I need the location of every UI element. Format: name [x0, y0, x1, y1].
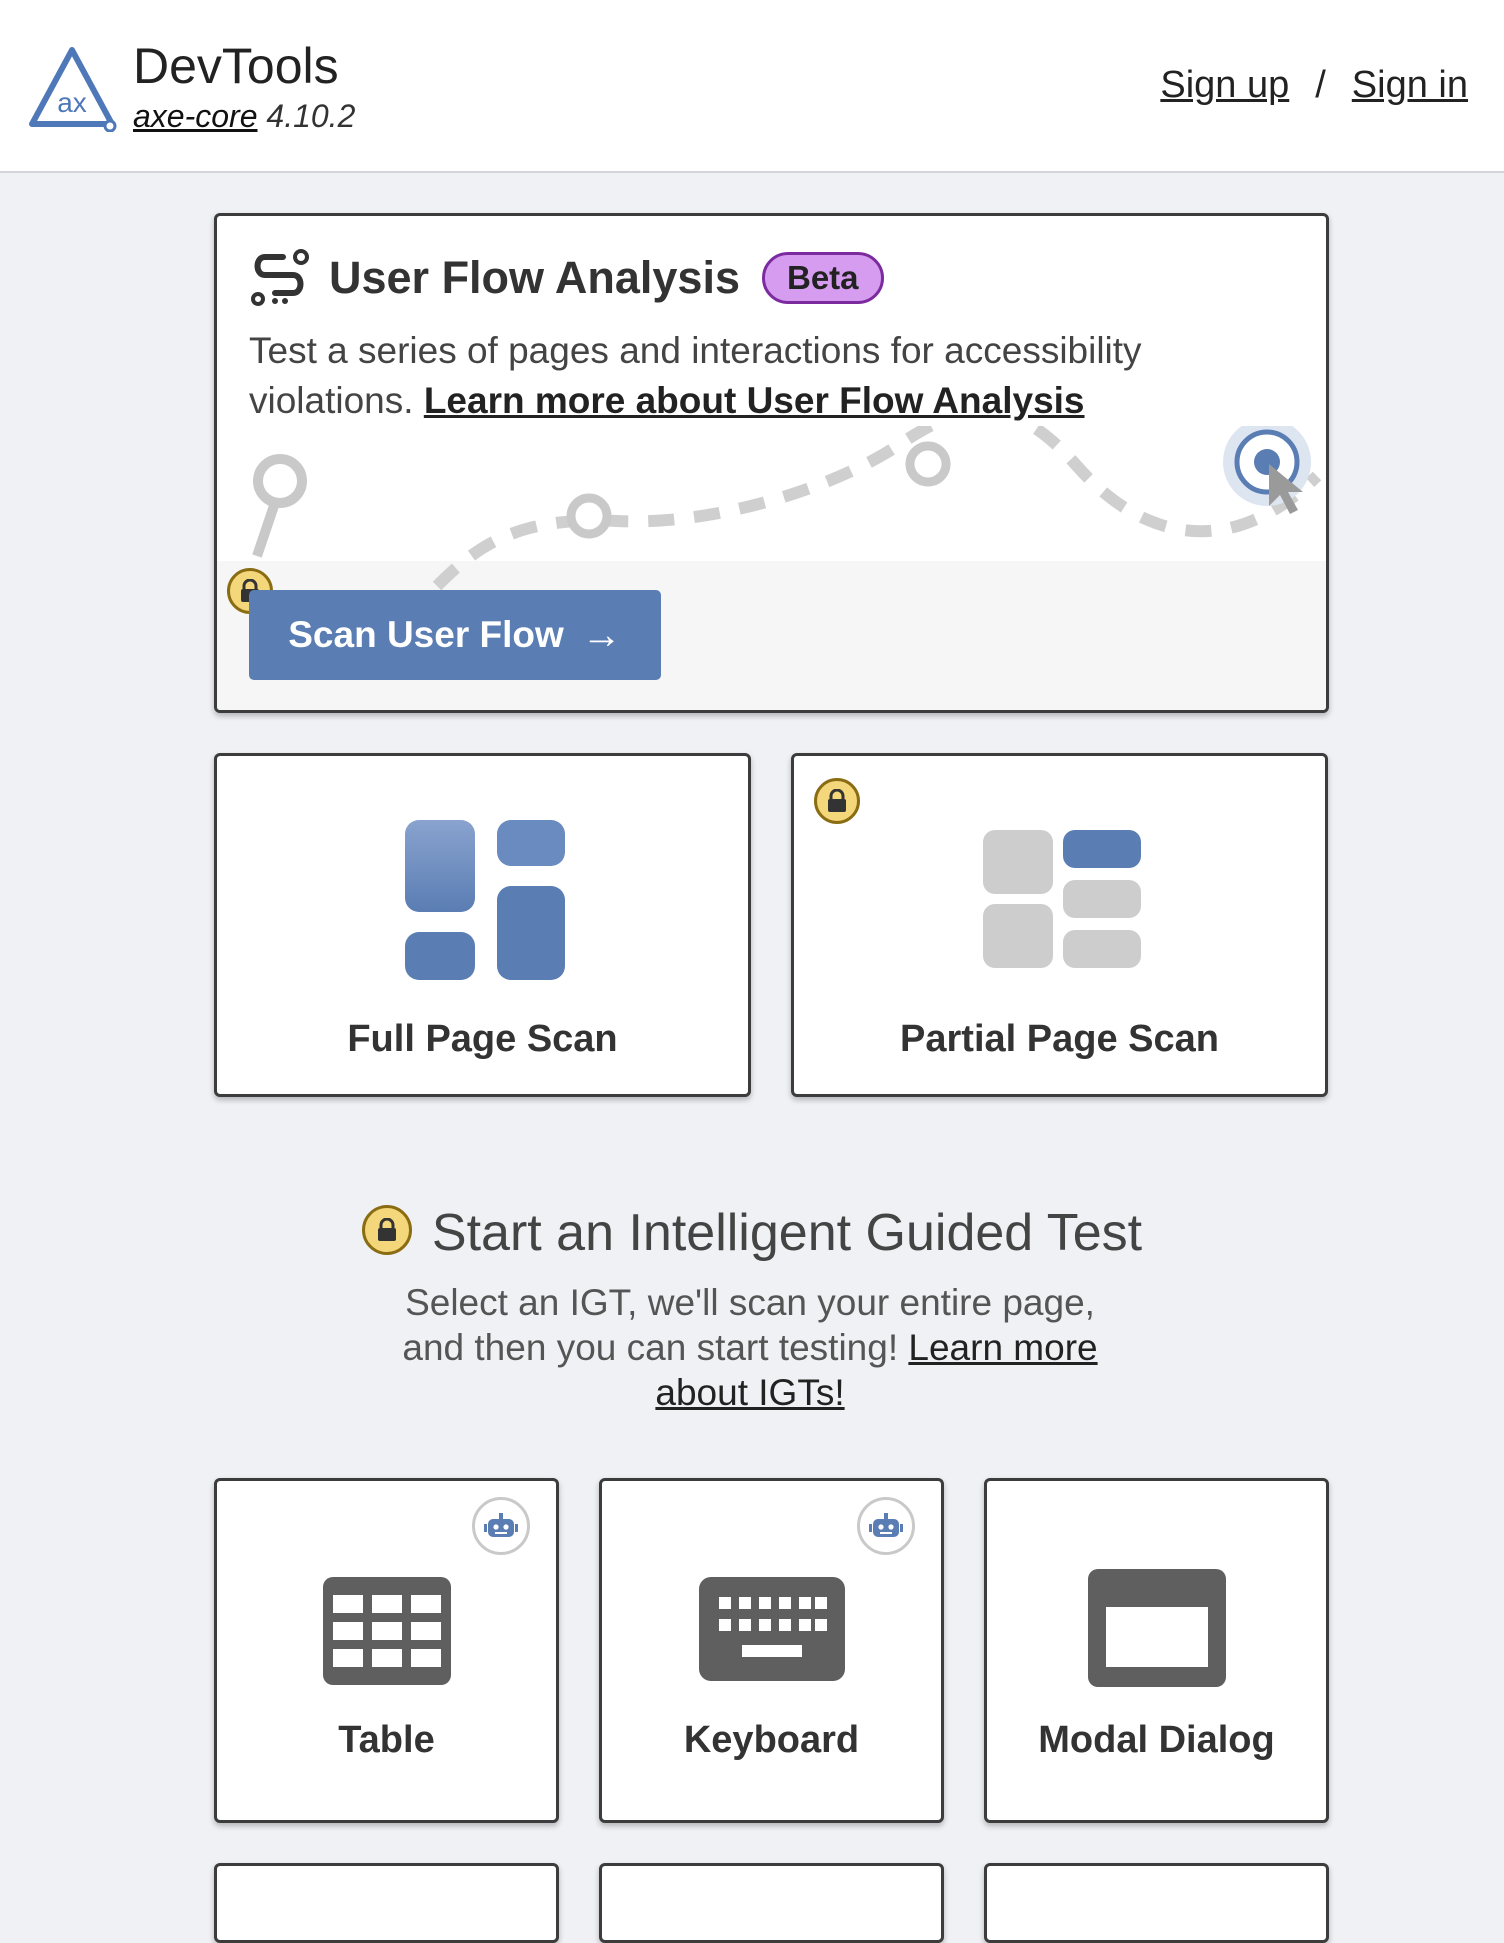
- igt-modal-dialog-card[interactable]: Modal Dialog: [984, 1478, 1329, 1823]
- igt-keyboard-label: Keyboard: [683, 1719, 860, 1761]
- igt-modal-dialog-label: Modal Dialog: [1038, 1719, 1275, 1761]
- user-flow-header: User Flow Analysis Beta: [249, 246, 884, 310]
- igt-keyboard-card[interactable]: Keyboard: [599, 1478, 944, 1823]
- igt-card-partial[interactable]: [214, 1863, 559, 1943]
- user-flow-card: User Flow Analysis Beta Test a series of…: [214, 213, 1329, 713]
- axe-logo-icon[interactable]: ax: [26, 46, 118, 132]
- auth-links: Sign up / Sign in: [1160, 60, 1468, 110]
- robot-icon: [472, 1497, 530, 1555]
- igt-card-partial[interactable]: [984, 1863, 1329, 1943]
- scan-user-flow-label: Scan User Flow: [288, 614, 564, 655]
- version-number: 4.10.2: [266, 98, 356, 134]
- partial-page-scan-card[interactable]: Partial Page Scan: [791, 753, 1328, 1097]
- axe-core-link[interactable]: axe-core: [133, 98, 258, 134]
- lock-icon: [814, 778, 860, 824]
- full-page-scan-card[interactable]: Full Page Scan: [214, 753, 751, 1097]
- sign-in-link[interactable]: Sign in: [1352, 64, 1468, 106]
- learn-more-user-flow-link[interactable]: Learn more about User Flow Analysis: [424, 380, 1085, 421]
- robot-icon: [857, 1497, 915, 1555]
- igt-table-card[interactable]: Table: [214, 1478, 559, 1823]
- partial-page-scan-label: Partial Page Scan: [900, 1018, 1219, 1060]
- svg-text:ax: ax: [57, 87, 87, 118]
- engine-version: axe-core 4.10.2: [133, 96, 355, 136]
- auth-separator: /: [1315, 64, 1326, 106]
- arrow-right-icon: →: [581, 612, 622, 657]
- table-icon: [323, 1577, 451, 1685]
- partial-page-scan-icon: [983, 830, 1141, 968]
- igt-card-partial[interactable]: [599, 1863, 944, 1943]
- beta-badge: Beta: [761, 252, 884, 304]
- scan-user-flow-button[interactable]: Scan User Flow →: [249, 590, 661, 680]
- igt-heading-text: Start an Intelligent Guided Test: [431, 1204, 1143, 1262]
- top-header: ax DevTools axe-core 4.10.2 Sign up / Sign…: [0, 0, 1504, 173]
- modal-dialog-icon: [1088, 1569, 1226, 1687]
- lock-icon: [361, 1205, 412, 1256]
- sign-up-link[interactable]: Sign up: [1160, 64, 1289, 106]
- full-page-scan-icon: [405, 820, 565, 980]
- user-flow-title: User Flow Analysis: [329, 252, 740, 303]
- igt-table-label: Table: [338, 1719, 435, 1761]
- full-page-scan-label: Full Page Scan: [347, 1018, 618, 1060]
- igt-heading: Start an Intelligent Guided Test: [0, 1200, 1504, 1266]
- app-title: DevTools: [133, 38, 339, 94]
- user-flow-description: Test a series of pages and interactions …: [249, 326, 1249, 426]
- igt-description: Select an IGT, we'll scan your entire pa…: [400, 1280, 1100, 1415]
- route-icon: [251, 249, 309, 306]
- keyboard-icon: [699, 1577, 845, 1681]
